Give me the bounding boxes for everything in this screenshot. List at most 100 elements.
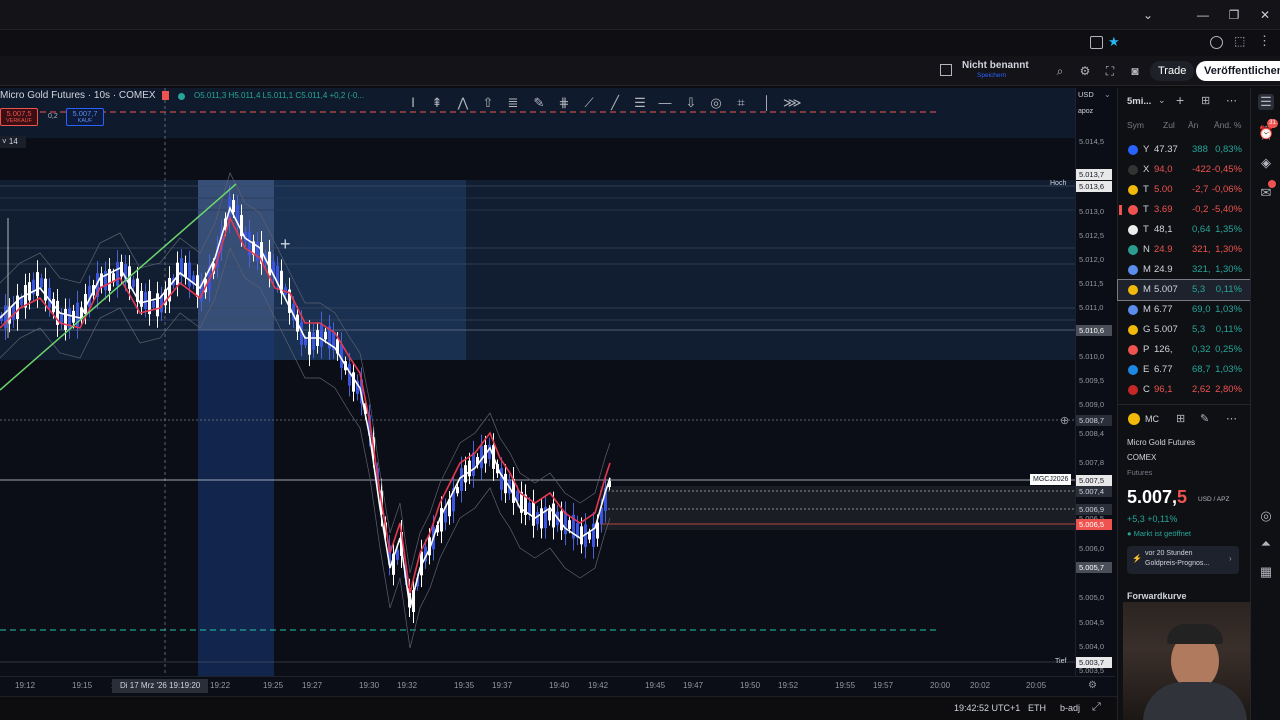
minimize-icon[interactable]: — [1193, 7, 1213, 23]
watchlist-row[interactable]: N 24.9 321, 1,30% [1118, 240, 1251, 260]
candle-body [472, 452, 475, 476]
watchlist-row[interactable]: X 94,0 -422 -0,45% [1118, 160, 1251, 180]
watchlist-row[interactable]: Y 47.37 388 0,83% [1118, 140, 1251, 160]
watchlist-row[interactable]: G 5.007 5,3 0,11% [1118, 320, 1251, 340]
layout-icon[interactable]: ⊞ [1201, 94, 1210, 107]
settings-icon[interactable]: ⚙ [1077, 63, 1093, 79]
forward-curve-label[interactable]: Forwardkurve [1127, 591, 1187, 601]
calendar-icon[interactable]: ▦ [1258, 564, 1274, 580]
watchlist-row[interactable]: M 5.007 5,3 0,11% [1117, 279, 1252, 301]
watchlist-row[interactable]: T 48,1 0,64 1,35% [1118, 220, 1251, 240]
watchlist-symbol: M [1143, 304, 1151, 315]
currency-label[interactable]: USD [1078, 90, 1094, 99]
star-icon[interactable]: ★ [1108, 34, 1120, 50]
watchlist-row[interactable]: M 24.9 321, 1,30% [1118, 260, 1251, 280]
layout-save-label[interactable]: Speichern [977, 72, 1006, 79]
brush-tool-icon[interactable]: ✎ [530, 94, 548, 112]
fullscreen-icon[interactable]: ⛶ [1102, 63, 1118, 79]
col-symbol[interactable]: Sym [1127, 116, 1144, 134]
trendline-tool-icon[interactable]: ╱ [606, 94, 624, 112]
add-symbol-icon[interactable]: + [1176, 92, 1184, 108]
chart-pane[interactable]: Micro Gold Futures · 10s · COMEX O5.011,… [0, 88, 1075, 676]
expand-icon[interactable]: ⤢ [1092, 701, 1101, 714]
chevron-down-icon[interactable]: ⌄ [1158, 95, 1166, 106]
unit-label[interactable]: apoz [1078, 108, 1093, 115]
watchlist-change-pct: 0,11% [1215, 324, 1242, 335]
status-adj[interactable]: b-adj [1060, 703, 1080, 713]
arrow-down-tool-icon[interactable]: ⇩ [682, 94, 700, 112]
watchlist-change: 321, [1192, 264, 1211, 275]
camera-icon[interactable]: ◙ [1127, 63, 1143, 79]
watchlist-row[interactable]: T 5.00 -2,7 -0,06% [1118, 180, 1251, 200]
maximize-icon[interactable]: ❐ [1224, 7, 1244, 23]
more-icon[interactable]: ⋯ [1226, 412, 1237, 425]
hline-tool-icon[interactable]: — [656, 94, 674, 112]
signal-icon[interactable]: ⏶ [1258, 536, 1274, 552]
news-card[interactable]: ⚡ vor 20 Stunden Goldpreis-Prognos... › [1127, 546, 1239, 574]
trade-button[interactable]: Trade [1150, 61, 1195, 81]
flag-icon[interactable] [162, 91, 169, 100]
layers-icon[interactable]: ◈ [1258, 155, 1274, 171]
detail-name[interactable]: Micro Gold Futures [1127, 438, 1195, 447]
drawing-toolbar: Ⅰ ⇞ ⋀ ⇧ ≣ ✎ ⋕ ⟋ ╱ ☰ — ⇩ ◎ ⌗ │ ⋙ [396, 88, 808, 116]
status-time[interactable]: 19:42:52 UTC+1 [954, 703, 1020, 713]
price-tag: 5.013,7 [1076, 169, 1112, 180]
layout-grid-icon[interactable] [940, 64, 952, 76]
time-axis[interactable]: 19:1219:1519:1719:2019:2219:2519:2719:30… [0, 676, 1115, 696]
col-change-pct[interactable]: Änd. % [1214, 116, 1241, 134]
watchlist-row[interactable]: T 3.69 -0,2 -5,40% [1118, 200, 1251, 220]
webcam-cap [1167, 624, 1223, 644]
indicator-legend[interactable]: ˅ 14 [0, 136, 26, 148]
target-icon[interactable]: ◎ [1258, 508, 1274, 524]
col-last[interactable]: Zul [1163, 116, 1175, 134]
candle-body [152, 301, 155, 308]
cursor-tool-icon[interactable]: ⇞ [428, 94, 446, 112]
search-icon[interactable]: ⌕ [1052, 63, 1068, 79]
watchlist-row[interactable]: C 96,1 2,62 2,80% [1118, 380, 1251, 400]
crop-tool-icon[interactable]: ⌗ [732, 94, 750, 112]
pattern-tool-icon[interactable]: ⋀ [454, 94, 472, 112]
target-tool-icon[interactable]: ◎ [707, 94, 725, 112]
watchlist-change-pct: 1,03% [1215, 364, 1242, 375]
high-label: Hoch [1050, 180, 1067, 187]
vline-tool-icon[interactable]: │ [758, 94, 776, 112]
watchlist-row[interactable]: P 126, 0,32 0,25% [1118, 340, 1251, 360]
watchlist-icon[interactable]: ☰ [1258, 94, 1274, 110]
time-tick-label: 19:55 [835, 681, 856, 690]
layout-name[interactable]: Nicht benannt [962, 60, 1029, 71]
sell-button[interactable]: 5.007,5 VERKAUF [0, 108, 38, 126]
close-icon[interactable]: ✕ [1255, 7, 1275, 23]
more-icon[interactable]: ⋯ [1226, 94, 1237, 107]
watchlist-change-pct: -0,45% [1211, 164, 1242, 175]
price-chart[interactable] [0, 88, 1075, 676]
edit-icon[interactable]: ✎ [1200, 412, 1209, 425]
account-icon[interactable] [1210, 36, 1223, 49]
menu-icon[interactable]: ⋮ [1258, 33, 1271, 49]
price-axis[interactable]: USD apoz ⌄ 5.014,5 5.013,0 5.012,5 5.012,0 5… [1075, 88, 1115, 676]
buy-button[interactable]: 5.007,7 KAUF [66, 108, 104, 126]
watchlist-interval[interactable]: 5mi... [1127, 96, 1151, 107]
fib-tool-icon[interactable]: ≣ [504, 94, 522, 112]
publish-button[interactable]: Veröffentlichen [1196, 61, 1280, 81]
chevron-down-icon[interactable]: ⌄ [1138, 7, 1158, 23]
channel-tool-icon[interactable]: ⋕ [555, 94, 573, 112]
arrow-up-tool-icon[interactable]: ⇧ [479, 94, 497, 112]
extensions-icon[interactable]: ⬚ [1234, 34, 1245, 48]
axis-settings-icon[interactable]: ⚙ [1088, 680, 1097, 691]
symbol-title[interactable]: Micro Gold Futures · 10s · COMEX [0, 90, 156, 101]
ray-tool-icon[interactable]: ⟋ [580, 94, 598, 112]
price-tick-label: 5.008,4 [1079, 429, 1105, 438]
text-tool-icon[interactable]: Ⅰ [404, 94, 422, 112]
col-change[interactable]: Än [1188, 116, 1198, 134]
save-icon[interactable] [1090, 36, 1103, 49]
gann-tool-icon[interactable]: ☰ [631, 94, 649, 112]
candle-body [548, 510, 551, 521]
layout-icon[interactable]: ⊞ [1176, 412, 1185, 425]
more-tools-icon[interactable]: ⋙ [783, 94, 802, 112]
detail-symbol[interactable]: MC [1145, 414, 1159, 424]
watchlist-row[interactable]: E 6.77 68,7 1,03% [1118, 360, 1251, 380]
watchlist-row[interactable]: M 6.77 69,0 1,03% [1118, 300, 1251, 320]
currency-chevron-icon[interactable]: ⌄ [1104, 90, 1111, 99]
add-alert-icon[interactable]: ⊕ [1060, 414, 1069, 427]
status-session[interactable]: ETH [1028, 703, 1046, 713]
